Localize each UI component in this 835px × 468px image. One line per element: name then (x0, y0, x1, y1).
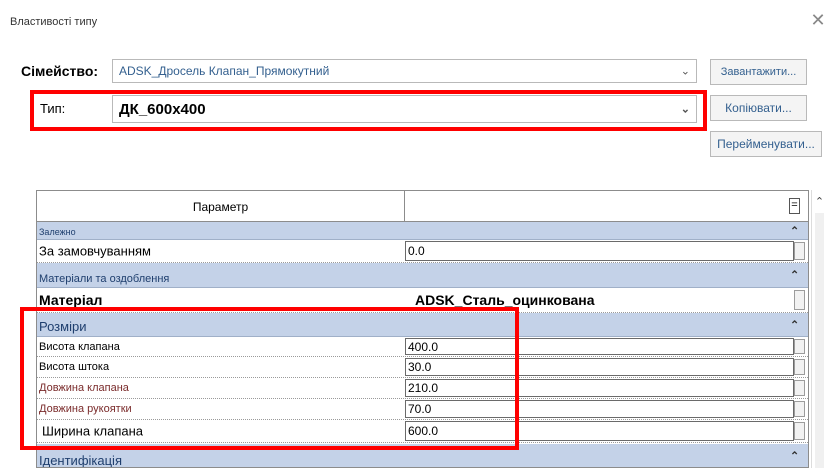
parameter-name: Матеріал (39, 292, 103, 308)
row-side-button[interactable] (794, 242, 805, 260)
collapse-icon[interactable]: ⌃ (790, 224, 799, 237)
table-header: Параметр = (37, 191, 808, 222)
parameter-name: Висота клапана (39, 340, 120, 353)
dialog-title: Властивості типу (10, 16, 98, 28)
group-row-materials[interactable]: Матеріали та оздоблення ⌃ (37, 263, 808, 288)
row-side-button[interactable] (794, 380, 805, 396)
family-value: ADSK_Дросель Клапан_Прямокутний (119, 64, 330, 78)
group-row-constraints[interactable]: Залежно ⌃ (37, 222, 808, 240)
group-row-dimensions[interactable]: Розміри ⌃ (37, 313, 808, 337)
table-row[interactable]: Довжина клапана 210.0 (37, 378, 808, 399)
parameter-name: Висота штока (39, 361, 110, 373)
row-side-button[interactable] (794, 422, 805, 440)
table-row[interactable]: Ширина клапана 600.0 (37, 420, 808, 443)
group-label: Залежно (39, 227, 76, 237)
parameter-value-input[interactable]: 0.0 (405, 241, 794, 261)
copy-button[interactable]: Копіювати... (710, 95, 807, 121)
collapse-icon[interactable]: ⌃ (790, 269, 799, 282)
scroll-up-icon[interactable]: ⌃ (811, 195, 828, 209)
family-select[interactable]: ADSK_Дросель Клапан_Прямокутний ⌄ (112, 59, 697, 83)
type-value: ДК_600х400 (119, 100, 206, 118)
family-label: Сімейство: (21, 63, 99, 79)
parameter-value-input[interactable]: 600.0 (405, 421, 794, 441)
group-row-identity[interactable]: Ідентифікація ⌃ (37, 444, 808, 468)
formula-column-header[interactable]: = (789, 198, 800, 214)
table-row[interactable]: Висота клапана 400.0 (37, 337, 808, 357)
parameter-value-input[interactable]: 30.0 (405, 358, 794, 376)
table-row[interactable]: Довжина рукоятки 70.0 (37, 399, 808, 420)
table-row[interactable]: За замовчуванням 0.0 (37, 240, 808, 263)
close-icon[interactable]: ✕ (808, 10, 828, 30)
chevron-down-icon: ⌄ (680, 65, 690, 78)
scrollbar-track[interactable] (815, 213, 824, 468)
chevron-down-icon: ⌄ (680, 103, 690, 116)
collapse-icon[interactable]: ⌃ (790, 318, 799, 331)
column-header-parameter[interactable]: Параметр (37, 191, 405, 222)
table-row[interactable]: Матеріал ADSK_Сталь_оцинкована (37, 288, 808, 313)
parameter-name: За замовчуванням (39, 243, 151, 259)
group-label: Матеріали та оздоблення (39, 273, 170, 285)
parameter-name: Довжина рукоятки (39, 403, 132, 415)
parameter-name: Довжина клапана (39, 382, 129, 394)
type-select[interactable]: ДК_600х400 ⌄ (112, 95, 697, 123)
row-side-button[interactable] (794, 290, 805, 310)
parameter-value-input[interactable]: 70.0 (405, 400, 794, 418)
parameters-table: Параметр = Залежно ⌃ За замовчуванням 0.… (36, 190, 809, 468)
parameter-value-input[interactable]: 400.0 (405, 338, 794, 355)
parameter-value-input[interactable]: 210.0 (405, 379, 794, 397)
load-button[interactable]: Завантажити... (710, 59, 807, 85)
row-side-button[interactable] (794, 339, 805, 354)
row-side-button[interactable] (794, 359, 805, 375)
table-row[interactable]: Висота штока 30.0 (37, 357, 808, 378)
parameter-name: Ширина клапана (42, 423, 144, 439)
group-label: Розміри (39, 319, 87, 334)
row-side-button[interactable] (794, 401, 805, 417)
group-label: Ідентифікація (39, 453, 122, 468)
parameter-value[interactable]: ADSK_Сталь_оцинкована (415, 292, 595, 308)
collapse-icon[interactable]: ⌃ (790, 450, 799, 463)
rename-button[interactable]: Перейменувати... (710, 131, 822, 157)
type-label: Тип: (40, 101, 66, 116)
